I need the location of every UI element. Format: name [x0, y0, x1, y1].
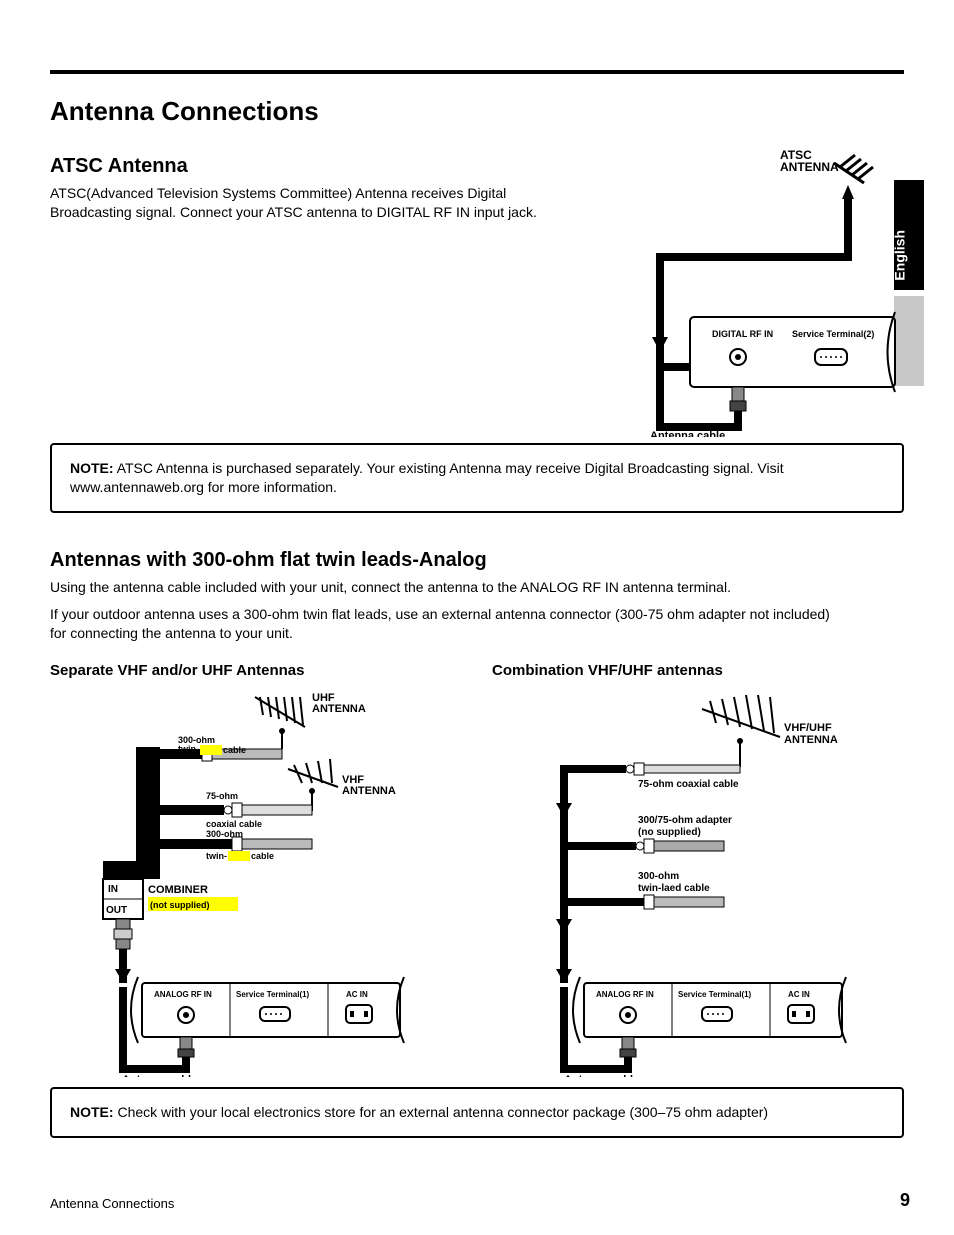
- combiner-nosupplied: (not supplied): [150, 900, 210, 910]
- combiner-label: COMBINER: [148, 884, 208, 896]
- atsc-label-2: ANTENNA: [780, 160, 839, 174]
- coax-combo: 75-ohm coaxial cable: [638, 779, 739, 790]
- atsc-antenna-icon: [834, 155, 873, 237]
- section-300ohm-title: Antennas with 300-ohm flat twin leads-An…: [50, 549, 904, 572]
- adapter-1: 300/75-ohm adapter: [638, 815, 732, 826]
- col-head-combo: Combination VHF/UHF antennas: [492, 662, 904, 679]
- header-rule: [50, 70, 904, 74]
- adapter-2: (no supplied): [638, 827, 701, 838]
- twin-a3: cable: [223, 745, 246, 755]
- note-body-1: ATSC Antenna is purchased separately. Yo…: [70, 460, 784, 495]
- vhf-antenna-icon: [288, 759, 338, 811]
- diagram-combo-antenna: VHF/UHF ANTENNA 75-ohm coaxial cable 300…: [492, 687, 872, 1077]
- vhfuhf-label-1: VHF/UHF: [784, 722, 832, 734]
- footer-left: Antenna Connections: [50, 1196, 174, 1211]
- footer-page-number: 9: [900, 1190, 910, 1211]
- section-300ohm-desc-2: If your outdoor antenna uses a 300-ohm t…: [50, 605, 850, 643]
- coax-a1: 75-ohm: [206, 791, 238, 801]
- vhf-uhf-antenna-icon: [702, 695, 780, 767]
- page-title: Antenna Connections: [50, 96, 904, 127]
- twin-combo-1: 300-ohm: [638, 871, 679, 882]
- diagram-separate-antennas: UHF ANTENNA 300-ohm twin- cable VHF ANTE…: [50, 687, 430, 1077]
- note-bold-2: NOTE:: [70, 1104, 114, 1120]
- page-footer: Antenna Connections 9: [50, 1190, 910, 1211]
- vhf-label-2: ANTENNA: [342, 785, 396, 797]
- antenna-cable-label-2: Antenna cable: [122, 1074, 197, 1077]
- port-analog-rf-l: ANALOG RF IN: [154, 990, 212, 999]
- note-bold-1: NOTE:: [70, 460, 114, 476]
- note-atsc: NOTE: ATSC Antenna is purchased separate…: [50, 443, 904, 513]
- port-service-terminal: Service Terminal(2): [792, 329, 874, 339]
- note-body-2: Check with your local electronics store …: [117, 1104, 768, 1120]
- twin-b2: twin-: [206, 851, 227, 861]
- twin-a2: twin-: [178, 744, 199, 754]
- twin-b3: cable: [251, 851, 274, 861]
- uhf-label-2: ANTENNA: [312, 703, 366, 715]
- coax-a2: coaxial cable: [206, 819, 262, 829]
- section-300ohm-desc-1: Using the antenna cable included with yo…: [50, 578, 850, 597]
- port-service-l: Service Terminal(1): [236, 990, 310, 999]
- port-digital-rf: DIGITAL RF IN: [712, 329, 773, 339]
- col-head-separate: Separate VHF and/or UHF Antennas: [50, 662, 462, 679]
- vhfuhf-label-2: ANTENNA: [784, 734, 838, 746]
- twin-b1: 300-ohm: [206, 829, 243, 839]
- twin-combo-2: twin-laed cable: [638, 883, 710, 894]
- note-adapter: NOTE: Check with your local electronics …: [50, 1087, 904, 1138]
- section-atsc-desc: ATSC(Advanced Television Systems Committ…: [50, 184, 590, 222]
- combiner-in: IN: [108, 884, 118, 895]
- diagram-atsc: ATSC ANTENNA DIGITAL RF IN Service Termi…: [620, 137, 900, 437]
- port-acin-r: AC IN: [788, 990, 810, 999]
- combiner-out: OUT: [106, 905, 127, 916]
- antenna-cable-label-3: Antenna cable: [564, 1074, 639, 1077]
- port-acin-l: AC IN: [346, 990, 368, 999]
- antenna-cable-label-1: Antenna cable: [650, 430, 725, 437]
- port-analog-rf-r: ANALOG RF IN: [596, 990, 654, 999]
- section-atsc-title: ATSC Antenna: [50, 155, 610, 178]
- uhf-antenna-icon: [255, 697, 305, 749]
- port-service-r: Service Terminal(1): [678, 990, 752, 999]
